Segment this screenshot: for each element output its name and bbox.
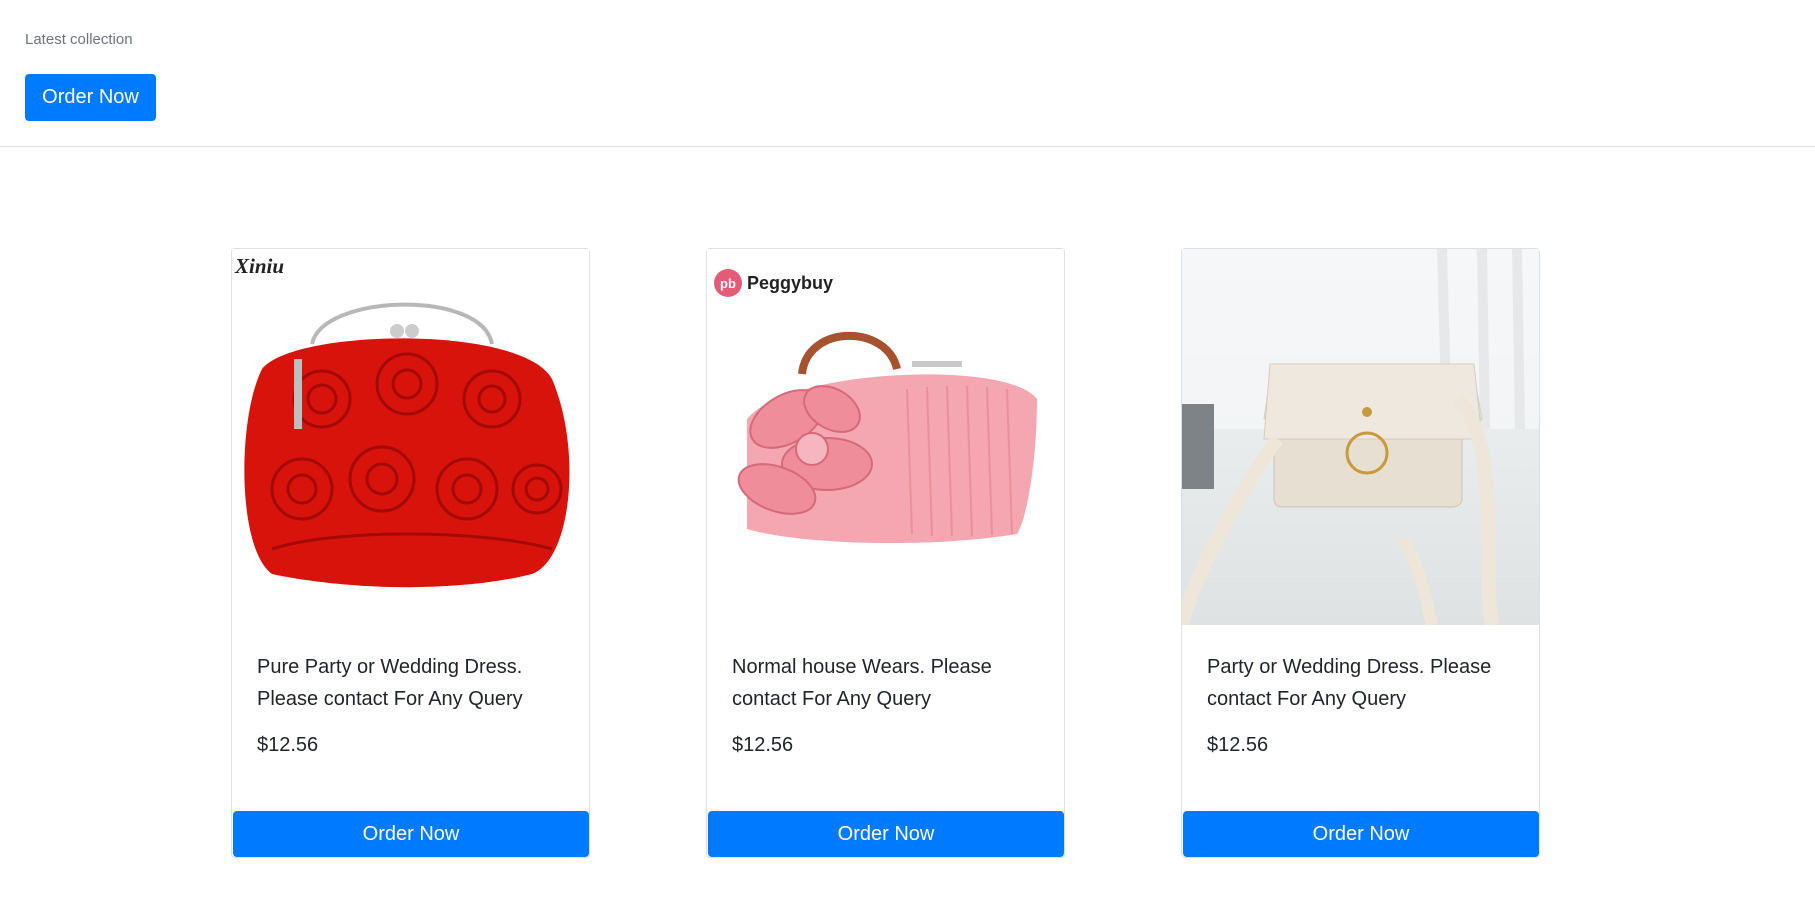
- section-caption: Latest collection: [25, 31, 133, 48]
- product-card: Party or Wedding Dress. Please contact F…: [1181, 248, 1540, 858]
- order-now-button[interactable]: Order Now: [1183, 811, 1539, 857]
- product-price: $12.56: [732, 734, 794, 756]
- product-description: Party or Wedding Dress. Please contact F…: [1207, 656, 1492, 710]
- product-description: Normal house Wears. Please contact For A…: [732, 656, 992, 710]
- brand-name: Peggybuy: [747, 272, 834, 293]
- product-description: Pure Party or Wedding Dress. Please cont…: [257, 656, 523, 710]
- red-rose-clutch-bag-image[interactable]: Xiniu: [232, 249, 589, 625]
- header-order-now-button[interactable]: Order Now: [25, 74, 156, 121]
- brand-watermark: Xiniu: [235, 254, 285, 278]
- product-card: pb Peggybuy Normal house Wears. Please c…: [706, 248, 1065, 858]
- order-now-button[interactable]: Order Now: [233, 811, 589, 857]
- cream-crossbody-bag-image[interactable]: [1182, 249, 1539, 625]
- product-card: Xiniu Pure Party or Wedding Dress. Pleas…: [231, 248, 590, 858]
- brand-logo: pb Peggybuy: [714, 269, 833, 297]
- order-now-button[interactable]: Order Now: [708, 811, 1064, 857]
- brand-badge: pb: [714, 269, 742, 297]
- pink-flower-clutch-bag-image[interactable]: pb Peggybuy: [707, 249, 1064, 625]
- top-header: Latest collection Order Now: [0, 0, 1815, 147]
- product-price: $12.56: [1207, 734, 1269, 756]
- product-price: $12.56: [257, 734, 319, 756]
